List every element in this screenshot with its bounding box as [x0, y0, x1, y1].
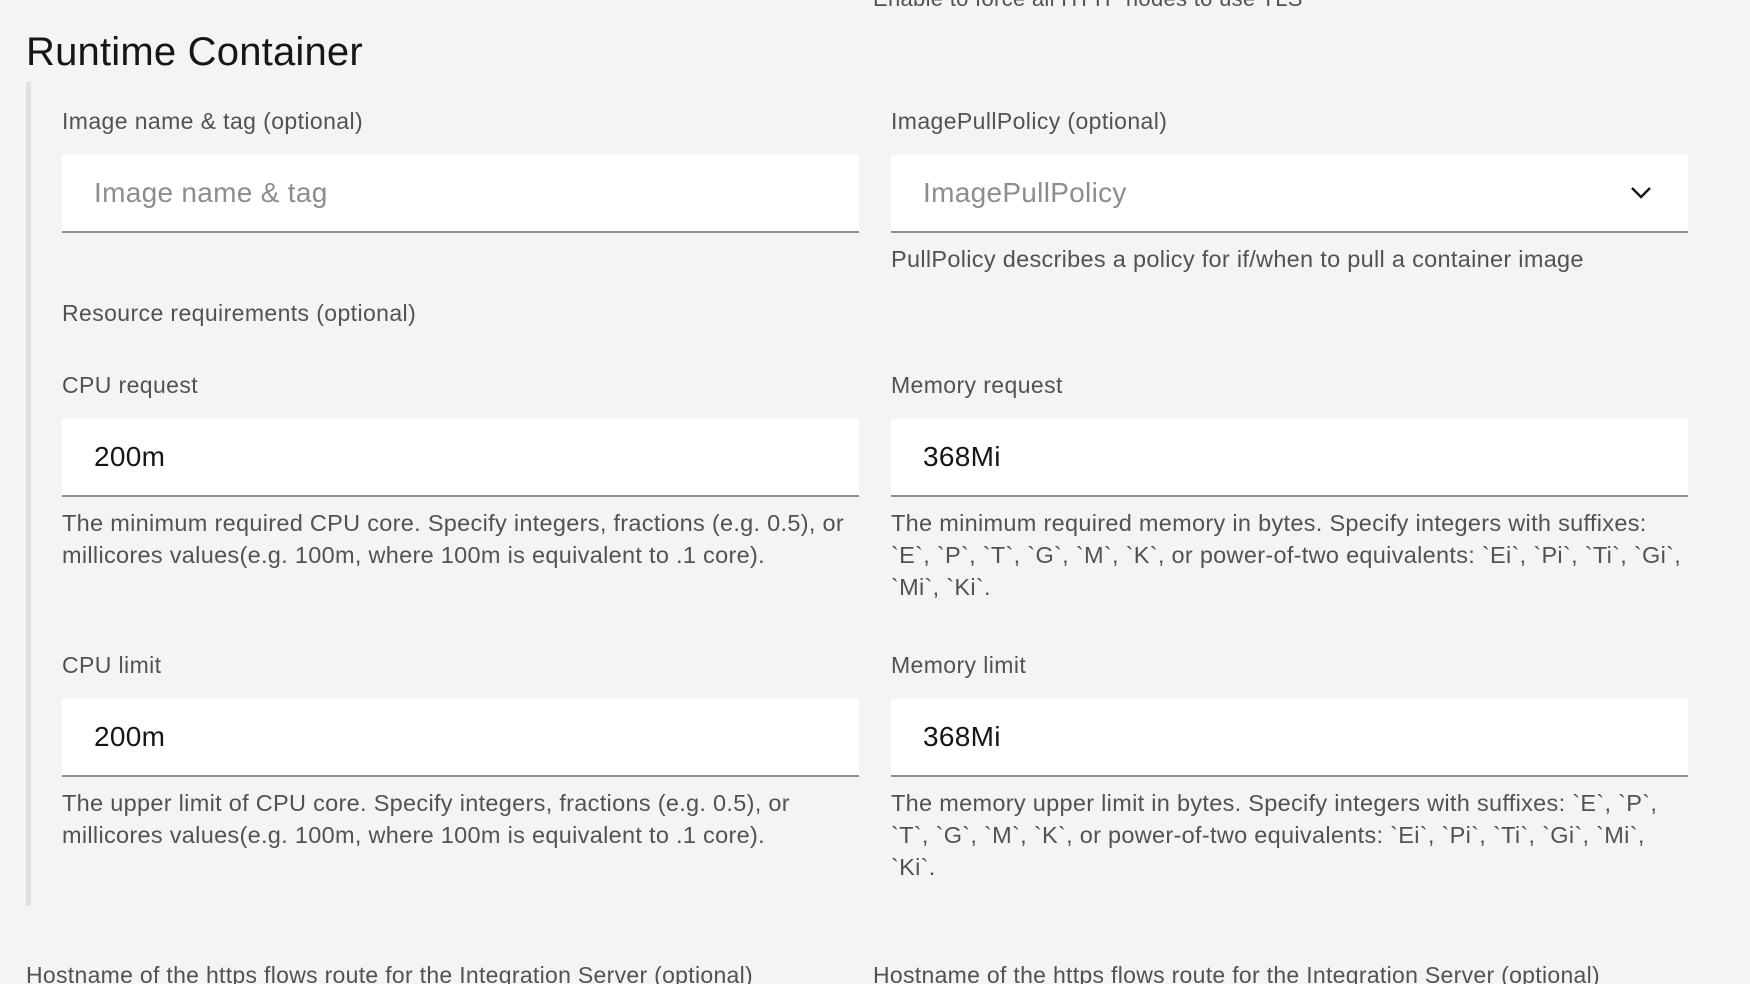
- cpu-limit-value: 200m: [94, 721, 166, 752]
- image-name-placeholder: Image name & tag: [94, 177, 328, 208]
- pull-policy-select[interactable]: ImagePullPolicy: [891, 155, 1688, 233]
- cpu-request-label: CPU request: [62, 372, 199, 398]
- memory-limit-input[interactable]: 368Mi: [891, 699, 1688, 777]
- memory-request-label: Memory request: [891, 372, 1063, 398]
- memory-request-helper: The minimum required memory in bytes. Sp…: [891, 510, 1682, 600]
- cpu-request-input[interactable]: 200m: [62, 419, 859, 497]
- https-flows-route-label-right: Hostname of the https flows route for th…: [873, 962, 1600, 984]
- cpu-limit-helper: The upper limit of CPU core. Specify int…: [62, 790, 790, 848]
- memory-request-input[interactable]: 368Mi: [891, 419, 1688, 497]
- cpu-limit-label: CPU limit: [62, 652, 162, 678]
- memory-limit-helper: The memory upper limit in bytes. Specify…: [891, 790, 1658, 880]
- memory-request-value: 368Mi: [923, 441, 1001, 472]
- partial-helper-text-top: Enable to force all HTTP nodes to use TL…: [873, 0, 1303, 12]
- chevron-down-icon: [1628, 180, 1654, 206]
- runtime-container-page: Enable to force all HTTP nodes to use TL…: [0, 0, 1750, 984]
- cpu-request-helper: The minimum required CPU core. Specify i…: [62, 510, 845, 568]
- cpu-request-value: 200m: [94, 441, 166, 472]
- pull-policy-label: ImagePullPolicy (optional): [891, 108, 1168, 134]
- pull-policy-helper: PullPolicy describes a policy for if/whe…: [891, 246, 1584, 272]
- section-title: Runtime Container: [26, 30, 363, 74]
- https-flows-route-label-left: Hostname of the https flows route for th…: [26, 962, 753, 984]
- resource-requirements-label: Resource requirements (optional): [62, 300, 417, 326]
- memory-limit-label: Memory limit: [891, 652, 1027, 678]
- cpu-limit-input[interactable]: 200m: [62, 699, 859, 777]
- section-group-bar: [26, 82, 31, 906]
- pull-policy-placeholder: ImagePullPolicy: [923, 177, 1127, 208]
- image-name-label: Image name & tag (optional): [62, 108, 364, 134]
- image-name-input[interactable]: Image name & tag: [62, 155, 859, 233]
- memory-limit-value: 368Mi: [923, 721, 1001, 752]
